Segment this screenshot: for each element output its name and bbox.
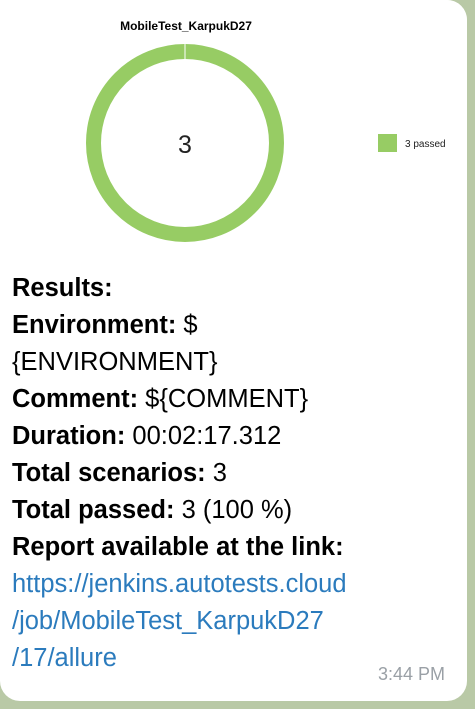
results-line: Results: <box>12 270 457 307</box>
report-link-part-1[interactable]: https://jenkins.autotests.cloud <box>12 566 457 603</box>
report-line: Report available at the link: <box>12 529 457 566</box>
duration-value: 00:02:17.312 <box>125 422 282 450</box>
message-text: Results: Environment: $ {ENVIRONMENT} Co… <box>12 270 457 677</box>
environment-value-cont: {ENVIRONMENT} <box>12 348 218 376</box>
total-passed-value: 3 (100 %) <box>174 496 293 524</box>
duration-line: Duration: 00:02:17.312 <box>12 418 457 455</box>
results-label: Results: <box>12 274 113 302</box>
report-link-part-2[interactable]: /job/MobileTest_KarpukD27 <box>12 603 457 640</box>
chart-center-label: 3 <box>178 131 192 159</box>
total-scenarios-value: 3 <box>205 459 227 487</box>
message-timestamp: 3:44 PM <box>377 664 445 684</box>
chart-title: MobileTest_KarpukD27 <box>120 19 252 33</box>
legend-swatch-0 <box>378 134 397 152</box>
total-passed-line: Total passed: 3 (100 %) <box>12 492 457 529</box>
environment-value: $ <box>176 311 198 339</box>
legend-label-0: 3 passed <box>405 139 446 150</box>
duration-key: Duration: <box>12 422 126 450</box>
chart-legend: 3 passed <box>378 134 446 152</box>
donut-chart: MobileTest_KarpukD27 3 3 passed <box>86 19 446 242</box>
environment-line-cont: {ENVIRONMENT} <box>12 344 457 381</box>
total-passed-key: Total passed: <box>12 496 175 524</box>
total-scenarios-line: Total scenarios: 3 <box>12 455 457 492</box>
comment-line: Comment: ${COMMENT} <box>12 381 457 418</box>
environment-key: Environment: <box>12 311 177 339</box>
total-scenarios-key: Total scenarios: <box>12 459 206 487</box>
comment-value: ${COMMENT} <box>138 385 309 413</box>
message-bubble: MobileTest_KarpukD27 3 3 passed Results:… <box>0 0 467 701</box>
environment-line: Environment: $ <box>12 307 457 344</box>
report-label: Report available at the link: <box>12 533 344 561</box>
allure-chart-image[interactable]: MobileTest_KarpukD27 3 3 passed <box>0 0 467 262</box>
comment-key: Comment: <box>12 385 139 413</box>
